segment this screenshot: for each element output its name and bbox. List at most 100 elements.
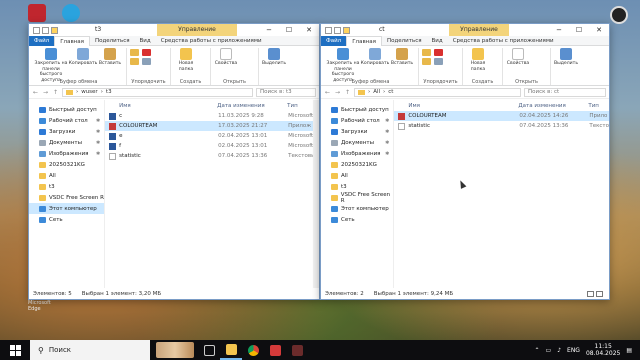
properties-quick-icon[interactable]	[42, 26, 49, 34]
folder-quick-icon[interactable]	[51, 26, 58, 34]
column-name[interactable]: Имя	[394, 103, 518, 109]
forward-button[interactable]: →	[42, 89, 49, 96]
taskbar-chrome[interactable]	[242, 340, 264, 360]
tab-share[interactable]: Поделиться	[382, 36, 427, 46]
network-tray-icon[interactable]: ▭	[546, 347, 552, 354]
taskbar-search[interactable]: ⚲ Поиск	[30, 340, 150, 360]
rename-icon[interactable]	[142, 58, 151, 65]
tab-home[interactable]: Главная	[346, 35, 382, 46]
explorer-window-t3[interactable]: Управление t3 − ☐ ✕ Файл Главная Поделит…	[28, 23, 320, 300]
show-hidden-icons[interactable]: ⌃	[534, 347, 539, 354]
task-view-button[interactable]	[198, 340, 220, 360]
nav-downloads[interactable]: Загрузки ✱	[29, 126, 104, 137]
delete-icon[interactable]	[142, 49, 151, 56]
tiles-view-icon[interactable]	[596, 290, 603, 297]
nav-downloads[interactable]: Загрузки ✱	[321, 126, 393, 137]
breadcrumb-0[interactable]: All	[373, 89, 380, 95]
nav-this-pc[interactable]: Этот компьютер	[321, 203, 393, 214]
delete-icon[interactable]	[434, 49, 443, 56]
nav-folder-all[interactable]: All	[321, 170, 393, 181]
tab-view[interactable]: Вид	[135, 36, 156, 46]
file-row[interactable]: c 11.03.2025 9:28 Microsoft	[105, 111, 319, 121]
file-row[interactable]: statistic 07.04.2025 13:36 Тексто	[394, 121, 609, 131]
properties-quick-icon[interactable]	[334, 26, 341, 34]
nav-desktop[interactable]: Рабочий стол ✱	[29, 115, 104, 126]
nav-network[interactable]: Сеть	[29, 214, 104, 225]
column-name[interactable]: Имя	[105, 103, 217, 109]
maximize-button[interactable]: ☐	[279, 24, 299, 36]
details-view-icon[interactable]	[587, 290, 594, 297]
file-row[interactable]: e 02.04.2025 13:01 Microsoft	[105, 131, 319, 141]
explorer-window-ct[interactable]: Управление ct − ☐ ✕ Файл Главная Поделит…	[320, 23, 610, 300]
nav-folder-all[interactable]: All	[29, 170, 104, 181]
file-row[interactable]: f 02.04.2025 13:01 Microsoft	[105, 141, 319, 151]
minimize-button[interactable]: −	[549, 24, 569, 36]
tab-app-tools[interactable]: Средства работы с приложениями	[448, 36, 559, 46]
copy-to-icon[interactable]	[422, 58, 431, 65]
nav-network[interactable]: Сеть	[321, 214, 393, 225]
view-toggle-icons[interactable]	[587, 290, 603, 297]
nav-quick-access[interactable]: Быстрый доступ	[321, 104, 393, 115]
address-bar[interactable]: › All › ct	[354, 87, 521, 97]
close-button[interactable]: ✕	[589, 24, 609, 36]
nav-documents[interactable]: Документы ✱	[29, 137, 104, 148]
clock[interactable]: 11:15 08.04.2025	[586, 343, 620, 357]
nav-documents[interactable]: Документы ✱	[321, 137, 393, 148]
manage-tab[interactable]: Управление	[449, 24, 509, 36]
nav-folder-vsdc[interactable]: VSDC Free Screen R	[29, 192, 104, 203]
move-icon[interactable]	[422, 49, 431, 56]
nav-folder-20250321kg[interactable]: 20250321KG	[321, 159, 393, 170]
select-button[interactable]: Выделить	[262, 48, 286, 85]
maximize-button[interactable]: ☐	[569, 24, 589, 36]
volume-icon[interactable]: ♪	[557, 347, 561, 354]
tab-view[interactable]: Вид	[427, 36, 448, 46]
column-type[interactable]: Тип	[588, 103, 599, 109]
folder-quick-icon[interactable]	[343, 26, 350, 34]
tab-home[interactable]: Главная	[54, 35, 90, 46]
search-input[interactable]: Поиск в: t3	[256, 87, 316, 97]
column-type[interactable]: Тип	[287, 103, 298, 109]
nav-pictures[interactable]: Изображения ✱	[321, 148, 393, 159]
file-row[interactable]: statistic 07.04.2025 13:36 Текстовый	[105, 151, 319, 161]
record-overlay-icon[interactable]	[610, 6, 628, 24]
file-row[interactable]: COLOURTEAM 02.04.2025 14:26 Прило	[394, 111, 609, 121]
tab-file[interactable]: Файл	[321, 35, 347, 46]
search-input[interactable]: Поиск в: ct	[524, 87, 606, 97]
app-shortcut-icon[interactable]	[28, 4, 46, 22]
search-highlight-image[interactable]	[156, 342, 194, 358]
close-button[interactable]: ✕	[299, 24, 319, 36]
move-icon[interactable]	[130, 49, 139, 56]
nav-folder-vsdc[interactable]: VSDC Free Screen R	[321, 192, 393, 204]
nav-folder-20250321kg[interactable]: 20250321KG	[29, 159, 104, 170]
breadcrumb-0[interactable]: wuser	[81, 89, 98, 95]
breadcrumb-1[interactable]: ct	[388, 89, 393, 95]
tab-file[interactable]: Файл	[29, 35, 55, 46]
nav-this-pc[interactable]: Этот компьютер	[29, 203, 105, 214]
select-button[interactable]: Выделить	[554, 48, 578, 85]
forward-button[interactable]: →	[334, 89, 341, 96]
start-button[interactable]	[0, 340, 30, 360]
taskbar-app-dark[interactable]	[286, 340, 308, 360]
taskbar-explorer[interactable]	[220, 340, 242, 360]
nav-folder-t3[interactable]: t3	[29, 181, 104, 192]
tab-share[interactable]: Поделиться	[90, 36, 135, 46]
address-bar[interactable]: › wuser › t3	[62, 87, 253, 97]
notification-icon[interactable]: ▤	[626, 347, 632, 354]
title-bar[interactable]: Управление ct − ☐ ✕	[321, 24, 609, 36]
back-button[interactable]: ←	[32, 89, 39, 96]
column-date[interactable]: Дата изменения	[518, 103, 588, 109]
back-button[interactable]: ←	[324, 89, 331, 96]
copy-to-icon[interactable]	[130, 58, 139, 65]
title-bar[interactable]: Управление t3 − ☐ ✕	[29, 24, 319, 36]
up-button[interactable]: ↑	[344, 89, 351, 96]
breadcrumb-1[interactable]: t3	[106, 89, 112, 95]
scrollbar[interactable]	[313, 100, 319, 288]
nav-folder-t3[interactable]: t3	[321, 181, 393, 192]
minimize-button[interactable]: −	[259, 24, 279, 36]
nav-desktop[interactable]: Рабочий стол ✱	[321, 115, 393, 126]
taskbar-app-red[interactable]	[264, 340, 286, 360]
up-button[interactable]: ↑	[52, 89, 59, 96]
nav-quick-access[interactable]: Быстрый доступ	[29, 104, 104, 115]
telegram-icon[interactable]	[62, 4, 80, 22]
manage-tab[interactable]: Управление	[157, 24, 237, 36]
